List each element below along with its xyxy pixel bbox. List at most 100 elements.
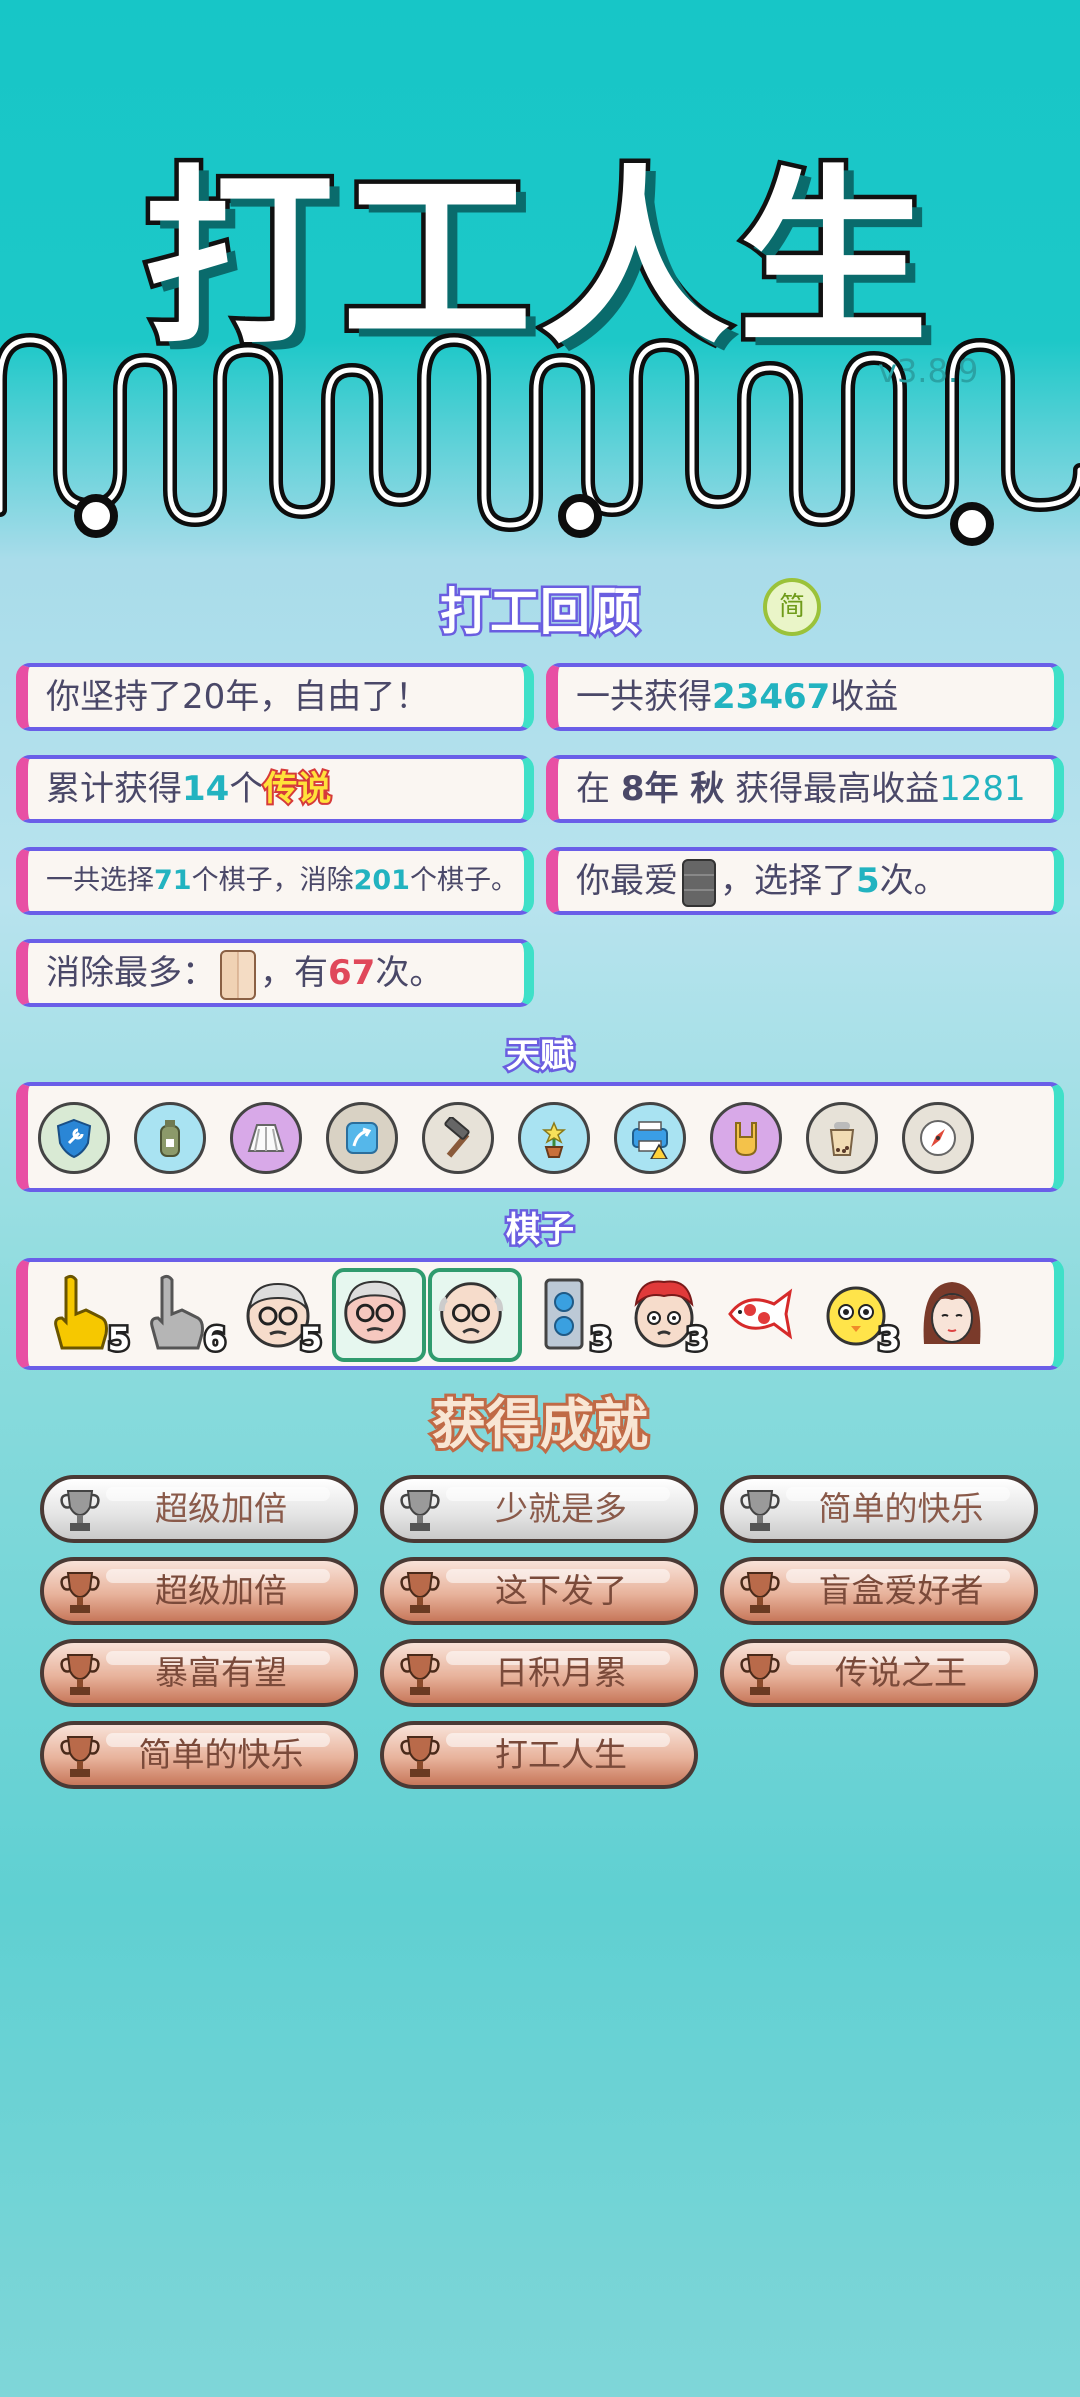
achievement-label: 这下发了 [495, 1571, 627, 1610]
achievement-badge[interactable]: 打工人生 [380, 1721, 698, 1789]
stat-text: 个棋子。 [409, 865, 518, 896]
review-title: 打工回顾 [438, 581, 643, 644]
piece-count: 3 [683, 1318, 710, 1361]
stat-text: 你最爱 [576, 861, 678, 901]
piece-count: 3 [875, 1318, 902, 1361]
version-label: v3.8.9 [878, 352, 979, 390]
trophy-icon [740, 1490, 780, 1531]
achievement-badge[interactable]: 传说之王 [720, 1639, 1038, 1707]
stat-text: 个棋子，消除 [191, 865, 354, 896]
bubble-tea-icon[interactable] [806, 1102, 878, 1174]
trophy-icon [60, 1490, 100, 1531]
koi-fish-icon[interactable] [722, 1274, 806, 1358]
talent-title: 天赋 [504, 1034, 577, 1079]
trophy-icon [60, 1736, 100, 1777]
stat-value: 67 [328, 953, 376, 993]
old-man-icon[interactable]: 5 [240, 1274, 325, 1361]
achievement-badge[interactable]: 少就是多 [380, 1475, 698, 1543]
stat-value: 14 [182, 769, 230, 809]
stat-text: 消除最多： [46, 953, 216, 993]
achievement-label: 少就是多 [495, 1489, 627, 1528]
achievement-badge[interactable]: 简单的快乐 [720, 1475, 1038, 1543]
achievement-label: 盲盒爱好者 [818, 1571, 984, 1610]
achievement-badge[interactable]: 超级加倍 [40, 1475, 358, 1543]
rock-hand-icon[interactable] [710, 1102, 782, 1174]
stat-text: 获得最高收益 [724, 769, 940, 809]
achievement-label: 传说之王 [835, 1653, 967, 1692]
piece-count: 6 [201, 1318, 228, 1361]
stat-text: 一共获得 [576, 677, 712, 717]
achievement-label: 简单的快乐 [138, 1735, 304, 1774]
gas-bottle-icon[interactable] [134, 1102, 206, 1174]
piece-count: 5 [105, 1318, 132, 1361]
stat-value: 201 [353, 865, 410, 896]
stat-years-text: 你坚持了20年，自由了！ [46, 677, 430, 717]
stat-card-years: 你坚持了20年，自由了！ [16, 663, 534, 731]
achievement-badge[interactable]: 盲盒爱好者 [720, 1557, 1038, 1625]
stat-text: 个 [229, 769, 264, 809]
achievement-badge[interactable]: 暴富有望 [40, 1639, 358, 1707]
trophy-icon [740, 1572, 780, 1613]
piece-count: 5 [297, 1318, 324, 1361]
gray-hand-icon[interactable]: 6 [144, 1274, 229, 1361]
stat-card-favorite: 你最爱 ，选择了5次。 [546, 847, 1064, 915]
stat-text: 一共选择 [46, 865, 154, 896]
stat-text: 次。 [879, 861, 948, 901]
achievement-label: 超级加倍 [155, 1489, 287, 1528]
stat-card-pieces: 一共选择71个棋子，消除201个棋子。 [16, 847, 534, 915]
legend-badge: 传说 [261, 767, 333, 811]
red-hair-boy-icon[interactable]: 3 [626, 1274, 711, 1361]
stat-year: 8年 秋 [620, 769, 725, 809]
skirt-icon[interactable] [230, 1102, 302, 1174]
achievements-title: 获得成就 [429, 1390, 651, 1459]
stat-text: 次。 [375, 953, 444, 993]
shield-wrench-icon[interactable] [38, 1102, 110, 1174]
pieces-title: 棋子 [504, 1208, 577, 1253]
trophy-icon [400, 1654, 440, 1695]
stat-text: ，选择了 [720, 861, 856, 901]
achievement-label: 超级加倍 [155, 1571, 287, 1610]
server-rack-icon[interactable]: 3 [530, 1274, 615, 1361]
achievement-badge[interactable]: 超级加倍 [40, 1557, 358, 1625]
stat-card-legend: 累计获得14个传说 [16, 755, 534, 823]
achievement-badge[interactable]: 简单的快乐 [40, 1721, 358, 1789]
achievement-label: 简单的快乐 [818, 1489, 984, 1528]
stat-card-eliminated: 消除最多： ，有67次。 [16, 939, 534, 1007]
chick-face-icon[interactable]: 3 [818, 1274, 903, 1361]
stat-text: ，有 [260, 953, 328, 993]
compass-icon[interactable] [902, 1102, 974, 1174]
arrow-card-icon[interactable] [326, 1102, 398, 1174]
piece-count: 3 [587, 1318, 614, 1361]
achievement-badge[interactable]: 这下发了 [380, 1557, 698, 1625]
stat-value: 23467 [712, 677, 831, 717]
gold-hand-icon[interactable]: 5 [48, 1274, 133, 1361]
stat-card-best-income: 在 8年 秋 获得最高收益1281 [546, 755, 1064, 823]
trophy-icon [400, 1490, 440, 1531]
printer-icon[interactable] [614, 1102, 686, 1174]
stat-value: 1281 [939, 769, 1026, 809]
door-icon [220, 949, 256, 1000]
trophy-icon [400, 1572, 440, 1613]
achievement-badge[interactable]: 日积月累 [380, 1639, 698, 1707]
trophy-icon [740, 1654, 780, 1695]
talent-bar [16, 1082, 1064, 1192]
old-man-red-icon[interactable] [332, 1268, 426, 1362]
simplified-toggle-icon[interactable]: 简 [763, 578, 821, 636]
achievement-label: 打工人生 [495, 1735, 627, 1774]
trophy-icon [60, 1572, 100, 1613]
bald-man-icon[interactable] [428, 1268, 522, 1362]
trophy-icon [400, 1736, 440, 1777]
achievement-label: 暴富有望 [155, 1653, 287, 1692]
stat-text: 在 [576, 769, 621, 809]
stat-text: 收益 [830, 677, 899, 717]
stat-text: 累计获得 [46, 769, 182, 809]
stat-value: 5 [856, 861, 880, 901]
pieces-bar: 5 6 5 3 3 3 [16, 1258, 1064, 1370]
flower-pot-icon[interactable] [518, 1102, 590, 1174]
stat-value: 71 [154, 865, 192, 896]
girl-face-icon[interactable] [914, 1274, 998, 1358]
stat-card-total-income: 一共获得23467收益 [546, 663, 1064, 731]
hammer-icon[interactable] [422, 1102, 494, 1174]
trophy-icon [60, 1654, 100, 1695]
achievement-label: 日积月累 [495, 1653, 627, 1692]
